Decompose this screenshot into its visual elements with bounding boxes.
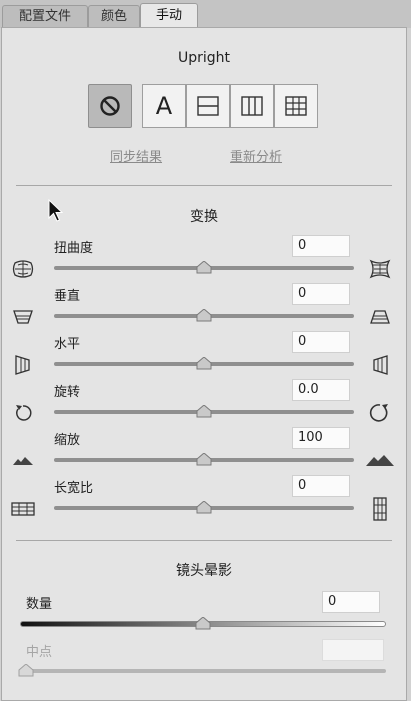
transform-slider-thumb[interactable] xyxy=(196,501,212,514)
amount-slider-thumb[interactable] xyxy=(195,617,211,630)
midpoint-slider-thumb[interactable] xyxy=(18,664,34,677)
aspect-wide-icon[interactable] xyxy=(10,498,36,520)
distortion-barrel-icon[interactable] xyxy=(10,258,36,280)
transform-slider-thumb[interactable] xyxy=(196,453,212,466)
transform-divider xyxy=(16,540,392,541)
distortion-pincushion-icon[interactable] xyxy=(364,258,396,280)
tab-color[interactable]: 颜色 xyxy=(88,5,140,28)
manual-panel: Upright A 同步结果 重新分析 变换 扭曲度 0 垂直 0 水平 0 旋… xyxy=(1,27,407,701)
midpoint-label: 中点 xyxy=(26,645,53,660)
transform-slider-thumb[interactable] xyxy=(196,309,212,322)
rotate-cw-icon[interactable] xyxy=(364,402,396,424)
vertical-keystone-down-icon[interactable] xyxy=(10,306,36,328)
upright-off-button[interactable] xyxy=(88,84,132,128)
aspect-tall-icon[interactable] xyxy=(364,497,396,521)
upright-divider xyxy=(16,185,392,186)
scale-small-icon[interactable] xyxy=(10,450,36,472)
upright-vertical-button[interactable] xyxy=(230,84,274,128)
sync-results-link[interactable]: 同步结果 xyxy=(110,146,162,165)
transform-value-field[interactable]: 0 xyxy=(292,235,350,257)
upright-auto-button[interactable]: A xyxy=(142,84,186,128)
midpoint-field[interactable] xyxy=(322,639,384,661)
tab-manual[interactable]: 手动 xyxy=(140,3,198,28)
tab-profile[interactable]: 配置文件 xyxy=(2,5,88,28)
transform-slider-thumb[interactable] xyxy=(196,357,212,370)
horizontal-keystone-right-icon[interactable] xyxy=(364,354,396,376)
transform-label: 长宽比 xyxy=(54,481,94,496)
rotate-ccw-icon[interactable] xyxy=(10,402,36,424)
vertical-keystone-up-icon[interactable] xyxy=(364,306,396,328)
amount-label: 数量 xyxy=(26,597,53,612)
scale-large-icon[interactable] xyxy=(364,450,396,472)
transform-slider-thumb[interactable] xyxy=(196,261,212,274)
tab-bar: 配置文件 颜色 手动 xyxy=(0,0,411,28)
amount-field[interactable]: 0 xyxy=(322,591,380,613)
transform-label: 水平 xyxy=(54,337,81,352)
transform-label: 旋转 xyxy=(54,385,81,400)
upright-button-group: A xyxy=(88,84,322,128)
level-icon xyxy=(197,96,219,116)
vertical-icon xyxy=(241,96,263,116)
full-icon xyxy=(285,96,307,116)
vignette-title: 镜头晕影 xyxy=(176,563,232,579)
transform-value-field[interactable]: 100 xyxy=(292,427,350,449)
transform-slider-thumb[interactable] xyxy=(196,405,212,418)
transform-label: 缩放 xyxy=(54,433,81,448)
transform-value-field[interactable]: 0 xyxy=(292,475,350,497)
auto-icon: A xyxy=(155,92,173,120)
transform-value-field[interactable]: 0 xyxy=(292,283,350,305)
horizontal-keystone-left-icon[interactable] xyxy=(10,354,36,376)
transform-label: 扭曲度 xyxy=(54,241,94,256)
upright-title: Upright xyxy=(177,50,231,66)
off-icon xyxy=(100,96,120,116)
transform-value-field[interactable]: 0.0 xyxy=(292,379,350,401)
midpoint-slider-track[interactable] xyxy=(20,669,386,673)
reanalyze-link[interactable]: 重新分析 xyxy=(230,146,282,165)
upright-level-button[interactable] xyxy=(186,84,230,128)
transform-value-field[interactable]: 0 xyxy=(292,331,350,353)
upright-full-button[interactable] xyxy=(274,84,318,128)
transform-label: 垂直 xyxy=(54,289,81,304)
transform-title: 变换 xyxy=(190,209,218,225)
